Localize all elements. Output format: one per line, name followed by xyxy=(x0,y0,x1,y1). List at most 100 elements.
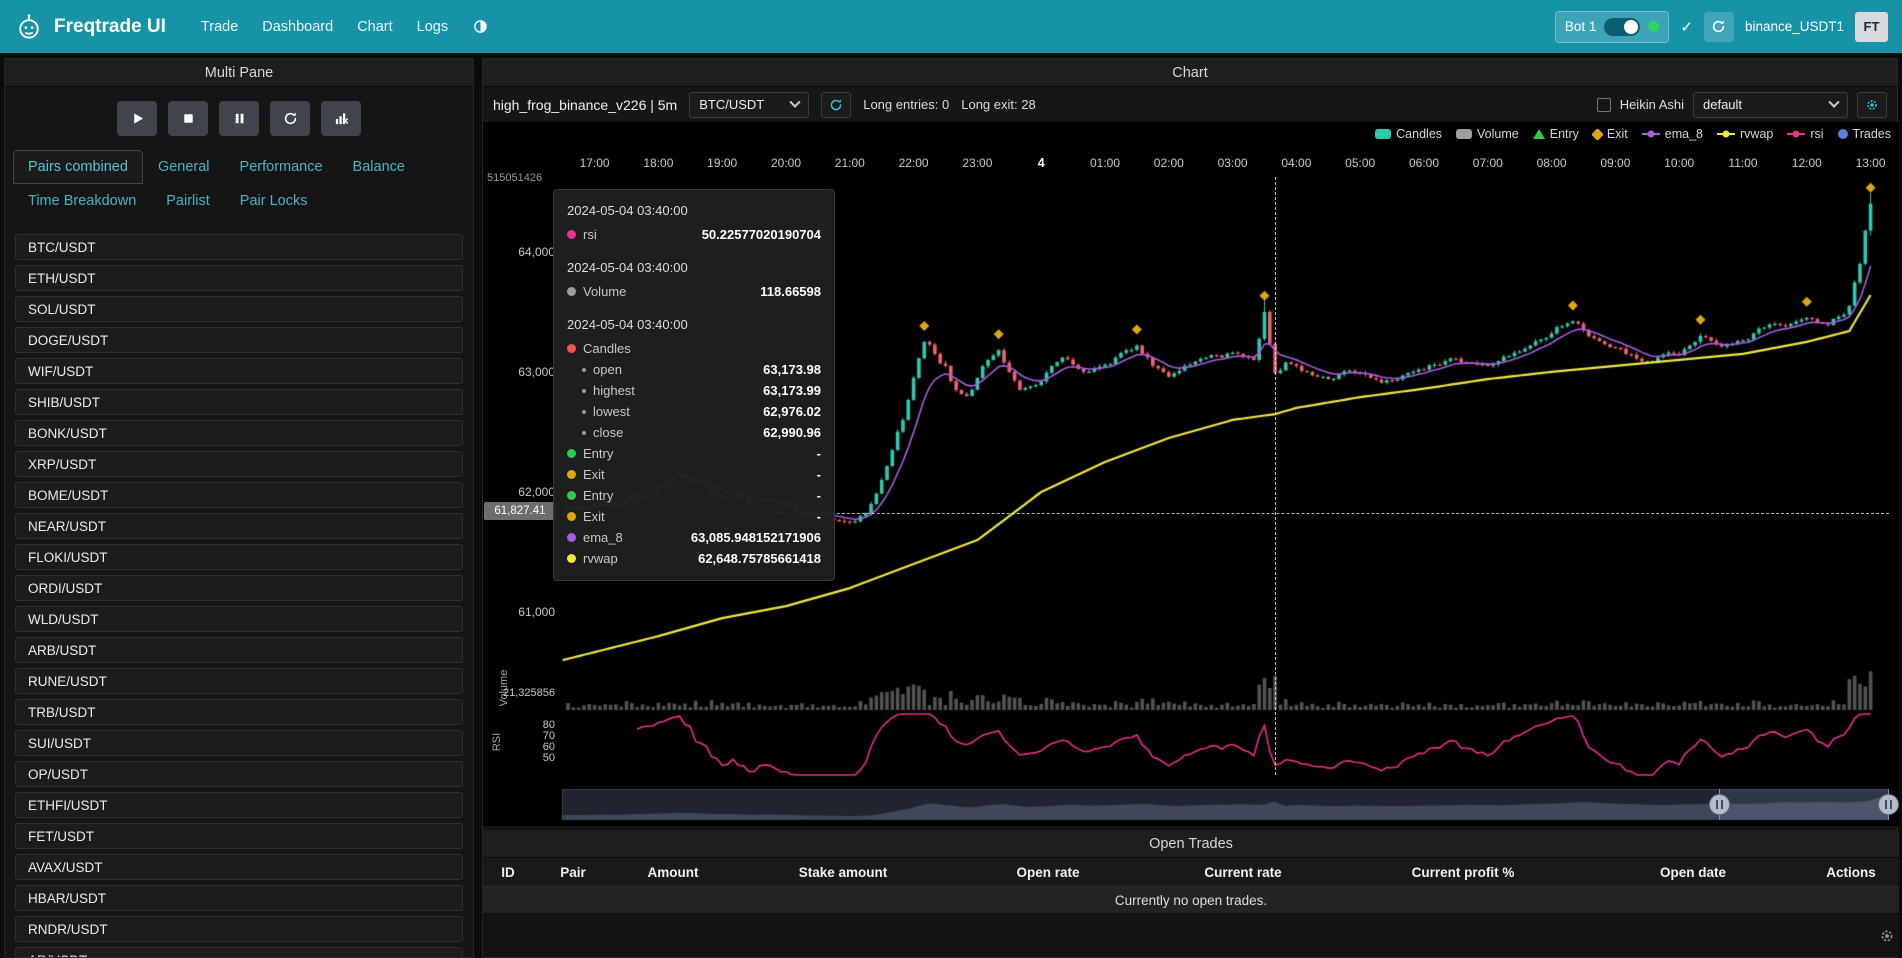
pair-item[interactable]: OP/USDT xyxy=(15,761,463,787)
nav-link-dashboard[interactable]: Dashboard xyxy=(251,13,344,41)
heikin-ashi-checkbox[interactable] xyxy=(1597,98,1611,112)
time-tick: 19:00 xyxy=(707,156,737,170)
refresh-all-button[interactable] xyxy=(1704,12,1734,42)
datazoom-handle-left[interactable] xyxy=(1709,794,1730,815)
legend-volume[interactable]: Volume xyxy=(1456,127,1519,141)
tab-pairlist[interactable]: Pairlist xyxy=(151,184,225,218)
bot-toggle[interactable] xyxy=(1604,18,1640,36)
pair-item[interactable]: RUNE/USDT xyxy=(15,668,463,694)
stop-button[interactable] xyxy=(168,101,208,136)
reload-button[interactable] xyxy=(270,101,310,136)
pair-item[interactable]: SHIB/USDT xyxy=(15,389,463,415)
user-avatar[interactable]: FT xyxy=(1855,12,1888,42)
series-dot xyxy=(582,368,586,372)
pair-item[interactable]: ETHFI/USDT xyxy=(15,792,463,818)
price-tick: 63,000 xyxy=(483,365,555,379)
tooltip-row: Exit- xyxy=(567,506,821,527)
tab-pairs-combined[interactable]: Pairs combined xyxy=(13,150,143,184)
pair-item[interactable]: ORDI/USDT xyxy=(15,575,463,601)
legend-entry[interactable]: Entry xyxy=(1533,127,1579,141)
tooltip-value: - xyxy=(817,485,821,506)
datazoom-handle-right[interactable] xyxy=(1878,794,1899,815)
plot-config-value: default xyxy=(1703,97,1742,112)
pair-item[interactable]: RNDR/USDT xyxy=(15,916,463,942)
pair-item[interactable]: WIF/USDT xyxy=(15,358,463,384)
plot-config-select[interactable]: default xyxy=(1693,92,1848,118)
tooltip-value: - xyxy=(817,464,821,485)
legend-exit[interactable]: Exit xyxy=(1593,127,1628,141)
col-pair: Pair xyxy=(533,865,613,880)
pair-item[interactable]: AR/USDT xyxy=(15,947,463,958)
pair-select[interactable]: BTC/USDT xyxy=(689,92,809,118)
pause-button[interactable] xyxy=(219,101,259,136)
bot-name: Bot 1 xyxy=(1565,19,1597,34)
strategy-label: high_frog_binance_v226 | 5m xyxy=(493,97,677,113)
time-tick: 13:00 xyxy=(1856,156,1886,170)
pair-item[interactable]: BOME/USDT xyxy=(15,482,463,508)
theme-toggle-icon[interactable] xyxy=(465,12,495,42)
time-tick: 05:00 xyxy=(1345,156,1375,170)
legend-rvwap[interactable]: rvwap xyxy=(1717,127,1773,141)
pair-item[interactable]: AVAX/USDT xyxy=(15,854,463,880)
tooltip-row: rsi50.22577020190704 xyxy=(567,224,821,245)
series-dot xyxy=(567,533,576,542)
page-settings-gear-icon[interactable] xyxy=(1879,928,1895,949)
tab-pair-locks[interactable]: Pair Locks xyxy=(225,184,323,218)
pair-item[interactable]: SOL/USDT xyxy=(15,296,463,322)
time-tick: 06:00 xyxy=(1409,156,1439,170)
pair-item[interactable]: FLOKI/USDT xyxy=(15,544,463,570)
datazoom-window[interactable] xyxy=(1719,789,1889,820)
play-icon xyxy=(130,111,145,126)
tab-general[interactable]: General xyxy=(143,150,225,184)
pair-item[interactable]: WLD/USDT xyxy=(15,606,463,632)
pair-item[interactable]: FET/USDT xyxy=(15,823,463,849)
plot-settings-button[interactable] xyxy=(1857,92,1887,118)
tab-balance[interactable]: Balance xyxy=(338,150,420,184)
bot-selector[interactable]: Bot 1 xyxy=(1555,11,1670,43)
clear-chart-button[interactable] xyxy=(321,101,361,136)
pair-item[interactable]: BONK/USDT xyxy=(15,420,463,446)
tooltip-value: - xyxy=(817,443,821,464)
tooltip-label: Entry xyxy=(583,443,613,464)
confirm-check-icon[interactable]: ✓ xyxy=(1680,18,1693,36)
legend-ema-8[interactable]: ema_8 xyxy=(1642,127,1703,141)
nav-link-logs[interactable]: Logs xyxy=(406,13,459,41)
nav-link-trade[interactable]: Trade xyxy=(190,13,249,41)
col-amount: Amount xyxy=(613,865,733,880)
legend-marker xyxy=(1375,129,1391,139)
pair-item[interactable]: BTC/USDT xyxy=(15,234,463,260)
pair-item[interactable]: HBAR/USDT xyxy=(15,885,463,911)
tooltip-row: Candles xyxy=(567,338,821,359)
nav-links: TradeDashboardChartLogs xyxy=(190,13,459,41)
tab-performance[interactable]: Performance xyxy=(225,150,338,184)
tooltip-row: highest63,173.99 xyxy=(567,380,821,401)
price-tick: 61,000 xyxy=(483,605,555,619)
open-trades-panel: Open Trades IDPairAmountStake amountOpen… xyxy=(483,830,1899,957)
navbar: Freqtrade UI TradeDashboardChartLogs Bot… xyxy=(0,0,1902,53)
refresh-chart-button[interactable] xyxy=(821,92,851,118)
tooltip-date: 2024-05-04 03:40:00 xyxy=(567,258,821,278)
pair-item[interactable]: SUI/USDT xyxy=(15,730,463,756)
crosshair-price-tag: 61,827.41 xyxy=(484,502,556,520)
pair-item[interactable]: TRB/USDT xyxy=(15,699,463,725)
legend-trades[interactable]: Trades xyxy=(1838,127,1891,141)
tooltip-section: 2024-05-04 03:40:00Candlesopen63,173.98h… xyxy=(567,315,821,569)
pair-item[interactable]: ARB/USDT xyxy=(15,637,463,663)
tooltip-label: Exit xyxy=(583,506,605,527)
pair-item[interactable]: XRP/USDT xyxy=(15,451,463,477)
legend-label: Trades xyxy=(1853,127,1891,141)
time-tick: 17:00 xyxy=(580,156,610,170)
time-tick: 4 xyxy=(1038,156,1045,170)
tooltip-date: 2024-05-04 03:40:00 xyxy=(567,201,821,221)
col-current-profit-: Current profit % xyxy=(1343,865,1583,880)
nav-link-chart[interactable]: Chart xyxy=(346,13,403,41)
play-button[interactable] xyxy=(117,101,157,136)
pair-item[interactable]: ETH/USDT xyxy=(15,265,463,291)
legend-candles[interactable]: Candles xyxy=(1375,127,1442,141)
pair-item[interactable]: NEAR/USDT xyxy=(15,513,463,539)
pair-item[interactable]: DOGE/USDT xyxy=(15,327,463,353)
tab-time-breakdown[interactable]: Time Breakdown xyxy=(13,184,151,218)
chevron-down-icon xyxy=(790,96,801,107)
legend-rsi[interactable]: rsi xyxy=(1787,127,1823,141)
pair-list: BTC/USDT ETH/USDT SOL/USDT DOGE/USDT WIF/USD… xyxy=(15,234,463,958)
